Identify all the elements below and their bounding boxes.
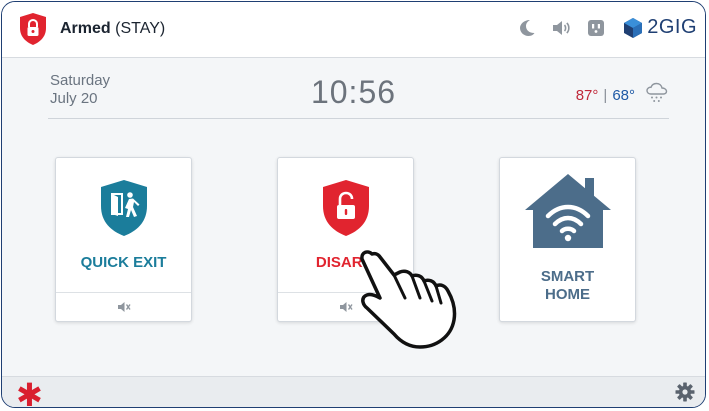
emergency-button[interactable]: ✱	[16, 379, 43, 407]
brand-logo: 2GIG	[623, 16, 697, 39]
snow-cloud-icon	[645, 82, 669, 108]
smart-home-label-line1: SMART	[540, 268, 595, 285]
bottom-bar: ✱	[2, 376, 705, 407]
exit-shield-icon	[56, 178, 191, 238]
outlet-icon[interactable]	[587, 19, 605, 37]
smart-home-label: SMART HOME	[500, 268, 635, 304]
top-bar: Armed (STAY) 2GIG	[2, 2, 705, 58]
brand-name: 2GIG	[647, 16, 697, 38]
cube-icon	[624, 17, 643, 38]
smart-home-label-line2: HOME	[545, 286, 590, 303]
header-divider	[48, 118, 669, 119]
wifi-house-icon	[500, 170, 635, 250]
pointing-hand-icon	[360, 250, 457, 349]
gear-icon[interactable]	[675, 382, 695, 407]
moon-icon[interactable]	[519, 19, 535, 37]
weather-display[interactable]: 87° | 68°	[576, 82, 669, 108]
quick-exit-tile[interactable]: QUICK EXIT	[55, 157, 192, 322]
temp-high: 87°	[575, 86, 599, 104]
quick-exit-label: QUICK EXIT	[80, 254, 167, 271]
arm-state: Armed	[60, 20, 111, 37]
arm-status[interactable]: Armed (STAY)	[60, 20, 165, 38]
arm-mode: (STAY)	[115, 20, 166, 37]
temp-low: 68°	[612, 86, 635, 104]
speaker-icon[interactable]	[551, 19, 571, 37]
unlock-shield-icon	[278, 178, 413, 238]
mute-icon	[117, 302, 131, 312]
temp-separator: |	[603, 86, 608, 104]
top-icon-group: 2GIG	[503, 16, 697, 39]
armed-shield-icon[interactable]	[18, 12, 48, 46]
quick-exit-footer[interactable]	[56, 292, 191, 321]
smart-home-tile[interactable]: SMART HOME	[499, 157, 636, 322]
